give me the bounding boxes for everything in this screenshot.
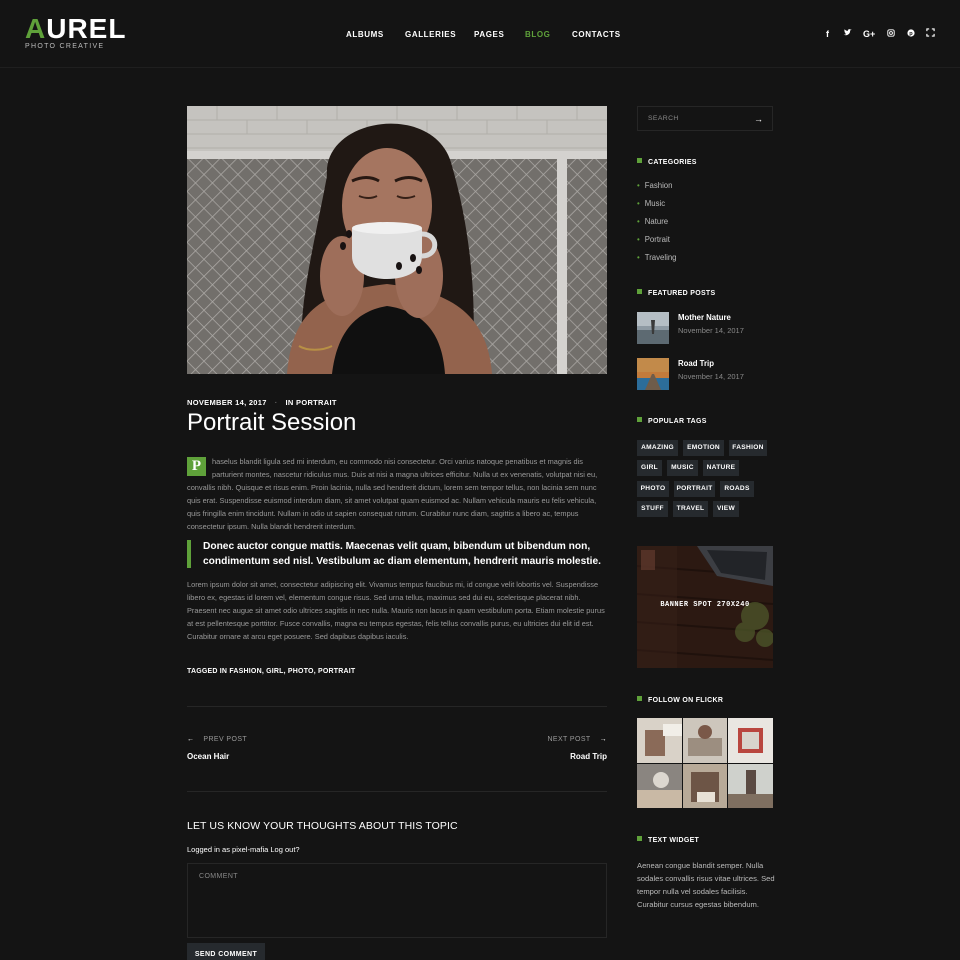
- nav-galleries[interactable]: GALLERIES: [405, 30, 456, 39]
- featured-post-title[interactable]: Road Trip: [678, 359, 714, 368]
- category-link[interactable]: • Music: [637, 199, 665, 208]
- category-link[interactable]: • Portrait: [637, 235, 670, 244]
- instagram-icon[interactable]: [886, 28, 895, 40]
- nav-contacts[interactable]: CONTACTS: [572, 30, 621, 39]
- flickr-photo[interactable]: [682, 763, 728, 808]
- featured-post-thumbnail[interactable]: [637, 312, 669, 344]
- facebook-icon[interactable]: f: [823, 28, 832, 40]
- tag-view[interactable]: VIEW: [713, 501, 739, 517]
- featured-post-date: November 14, 2017: [678, 326, 744, 335]
- flickr-title: FOLLOW ON FLICKR: [637, 696, 723, 704]
- flickr-photo[interactable]: [682, 718, 728, 763]
- featured-post-date: November 14, 2017: [678, 372, 744, 381]
- tag-music[interactable]: MUSIC: [667, 460, 698, 476]
- featured-post-title[interactable]: Mother Nature: [678, 313, 731, 322]
- post-featured-image: [187, 106, 607, 374]
- text-widget-title: TEXT WIDGET: [637, 836, 699, 844]
- arrow-left-icon: ←: [187, 736, 195, 743]
- nav-blog[interactable]: BLOG: [525, 30, 551, 39]
- nav-albums[interactable]: ALBUMS: [346, 30, 384, 39]
- post-date[interactable]: NOVEMBER 14, 2017: [187, 398, 267, 407]
- nav-pages[interactable]: PAGES: [474, 30, 504, 39]
- text-widget-body: Aenean congue blandit semper. Nulla soda…: [637, 861, 775, 910]
- tag-photo[interactable]: PHOTO: [637, 481, 669, 497]
- paragraph-text: haselus blandit ligula sed mi interdum, …: [187, 457, 598, 532]
- post-paragraph-2: Lorem ipsum dolor sit amet, consectetur …: [187, 580, 605, 642]
- bullet-square-icon: [637, 696, 642, 701]
- arrow-right-icon: →: [599, 736, 607, 743]
- post-meta: NOVEMBER 14, 2017 · IN PORTRAIT: [187, 398, 337, 407]
- tag-emotion[interactable]: EMOTION: [683, 440, 724, 456]
- tag-girl[interactable]: GIRL: [637, 460, 662, 476]
- flickr-photo[interactable]: [637, 763, 682, 808]
- arrow-right-icon[interactable]: →: [754, 114, 763, 124]
- social-links: f G+ p: [823, 28, 935, 40]
- comments-heading: LET US KNOW YOUR THOUGHTS ABOUT THIS TOP…: [187, 820, 458, 832]
- category-link[interactable]: • Nature: [637, 217, 668, 226]
- flickr-gallery: [637, 718, 773, 808]
- pinterest-icon[interactable]: p: [906, 28, 915, 40]
- send-comment-button[interactable]: SEND COMMENT: [187, 943, 265, 960]
- flickr-photo[interactable]: [728, 763, 773, 808]
- post-category[interactable]: IN PORTRAIT: [286, 398, 337, 407]
- bullet-square-icon: [637, 289, 642, 294]
- divider: [187, 706, 607, 707]
- featured-post-thumbnail[interactable]: [637, 358, 669, 390]
- google-plus-icon[interactable]: G+: [863, 28, 875, 40]
- comment-placeholder: COMMENT: [199, 873, 238, 880]
- meta-separator: ·: [274, 398, 278, 407]
- bullet-square-icon: [637, 158, 642, 163]
- bullet-square-icon: [637, 417, 642, 422]
- dropcap: P: [187, 457, 206, 476]
- tag-fashion[interactable]: FASHION: [729, 440, 767, 456]
- fullscreen-icon[interactable]: [926, 28, 935, 40]
- logged-in-notice[interactable]: Logged in as pixel-mafia Log out?: [187, 845, 300, 854]
- tag-roads[interactable]: ROADS: [720, 481, 754, 497]
- prev-post-link[interactable]: Ocean Hair: [187, 752, 229, 761]
- twitter-icon[interactable]: [843, 28, 852, 40]
- categories-title: CATEGORIES: [637, 158, 697, 166]
- featured-posts-title: FEATURED POSTS: [637, 289, 715, 297]
- post-paragraph-1: Phaselus blandit ligula sed mi interdum,…: [187, 455, 607, 534]
- category-link[interactable]: • Traveling: [637, 253, 677, 262]
- post-blockquote: Donec auctor congue mattis. Maecenas vel…: [187, 540, 607, 568]
- search-placeholder: SEARCH: [648, 115, 679, 122]
- flickr-photo[interactable]: [637, 718, 682, 763]
- tag-travel[interactable]: TRAVEL: [673, 501, 708, 517]
- svg-text:p: p: [909, 31, 913, 37]
- logo-tagline: PHOTO CREATIVE: [25, 43, 105, 50]
- main-nav: ALBUMS GALLERIES PAGES BLOG CONTACTS: [0, 30, 960, 42]
- flickr-photo[interactable]: [728, 718, 773, 763]
- post-tags[interactable]: TAGGED IN FASHION, GIRL, PHOTO, PORTRAIT: [187, 668, 355, 675]
- next-post-link[interactable]: Road Trip: [570, 752, 607, 761]
- divider: [187, 791, 607, 792]
- next-post-label[interactable]: NEXT POST →: [547, 736, 607, 743]
- search-input[interactable]: SEARCH →: [637, 106, 773, 131]
- comment-textarea[interactable]: COMMENT: [187, 863, 607, 938]
- prev-post-label[interactable]: ← PREV POST: [187, 736, 247, 743]
- category-link[interactable]: • Fashion: [637, 181, 672, 190]
- tag-amazing[interactable]: AMAZING: [637, 440, 678, 456]
- banner-ad[interactable]: BANNER SPOT 270X240: [637, 546, 773, 668]
- tag-stuff[interactable]: STUFF: [637, 501, 668, 517]
- popular-tags-title: POPULAR TAGS: [637, 417, 707, 425]
- tag-portrait[interactable]: PORTRAIT: [674, 481, 715, 497]
- site-header: AUREL PHOTO CREATIVE ALBUMS GALLERIES PA…: [0, 0, 960, 68]
- banner-label: BANNER SPOT 270X240: [660, 601, 750, 609]
- post-title: Portrait Session: [187, 409, 357, 436]
- tag-nature[interactable]: NATURE: [703, 460, 739, 476]
- bullet-square-icon: [637, 836, 642, 841]
